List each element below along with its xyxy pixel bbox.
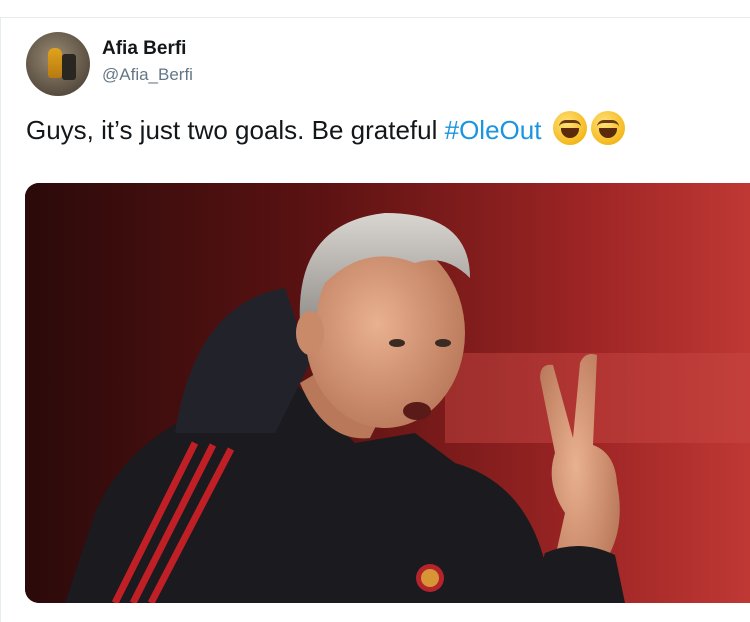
- author-display-name[interactable]: Afia Berfi: [102, 38, 186, 60]
- tears-of-joy-emoji-icon: [552, 111, 587, 145]
- tweet-photo[interactable]: [25, 183, 750, 603]
- tears-of-joy-emoji-icon: [590, 111, 625, 145]
- photo-illustration: [25, 183, 750, 603]
- avatar-figure: [48, 48, 62, 78]
- hashtag-link[interactable]: #OleOut: [445, 115, 542, 145]
- tweet-body: Guys, it’s just two goals. Be grateful: [26, 115, 445, 145]
- tweet-text: Guys, it’s just two goals. Be grateful #…: [26, 111, 625, 146]
- author-handle[interactable]: @Afia_Berfi: [102, 65, 193, 85]
- avatar[interactable]: [26, 32, 90, 96]
- avatar-chair: [62, 54, 76, 80]
